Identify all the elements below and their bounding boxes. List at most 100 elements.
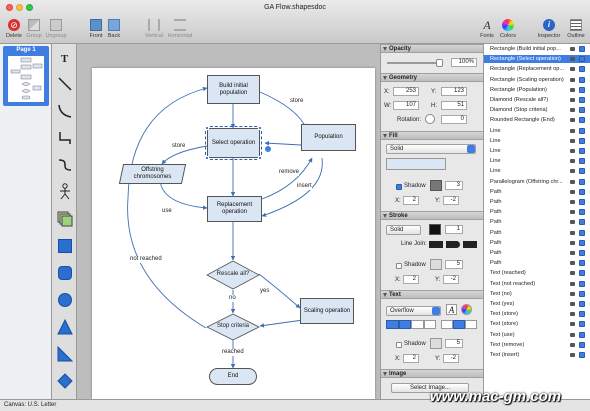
replacement-operation-node[interactable]: Replacement operation [207, 196, 262, 222]
outline-row[interactable]: Rectangle (Scaling operation) [484, 76, 590, 84]
visibility-checkbox[interactable] [579, 137, 585, 144]
fill-shadow-x-field[interactable]: 2 [403, 196, 419, 205]
stroke-width-field[interactable]: 1 [445, 225, 463, 234]
build-population-node[interactable]: Build initial population [207, 75, 260, 104]
inspector-button[interactable]: i Inspector [536, 19, 562, 39]
visibility-checkbox[interactable] [579, 178, 585, 185]
text-tool[interactable]: T [55, 49, 74, 68]
align-justify-button[interactable] [423, 320, 436, 329]
delete-button[interactable]: ⊘ Delete [4, 19, 24, 39]
lock-icon[interactable] [570, 312, 575, 317]
visibility-checkbox[interactable] [579, 301, 585, 307]
lock-icon[interactable] [570, 342, 575, 347]
triangle-tool[interactable] [55, 317, 74, 336]
stroke-color-well[interactable] [429, 224, 441, 235]
geometry-w-field[interactable]: 107 [393, 101, 419, 110]
lock-icon[interactable] [570, 332, 575, 337]
visibility-checkbox[interactable] [579, 341, 585, 348]
group-button[interactable]: Group [25, 19, 43, 39]
outline-row[interactable]: Path [484, 208, 590, 216]
stroke-mode-select[interactable]: Solid [386, 225, 421, 235]
stick-figure-tool[interactable] [55, 182, 74, 201]
visibility-checkbox[interactable] [579, 290, 585, 297]
fill-mode-select[interactable]: Solid [386, 144, 476, 154]
stroke-shadow-checkbox[interactable] [396, 263, 402, 269]
fill-color-well[interactable] [386, 158, 446, 170]
lock-icon[interactable] [570, 108, 575, 113]
lock-icon[interactable] [570, 189, 575, 194]
scaling-operation-node[interactable]: Scaling operation [300, 298, 354, 324]
visibility-checkbox[interactable] [579, 280, 585, 287]
outline-row[interactable]: Path [484, 229, 590, 237]
lock-icon[interactable] [570, 98, 575, 102]
outline-row[interactable]: Line [484, 137, 590, 145]
lock-icon[interactable] [570, 57, 575, 62]
text-shadow-y-field[interactable]: -2 [443, 354, 459, 363]
visibility-checkbox[interactable] [579, 46, 585, 52]
outline-row[interactable]: Path [484, 188, 590, 196]
lock-icon[interactable] [570, 353, 575, 357]
text-color-button[interactable] [461, 304, 472, 315]
visibility-checkbox[interactable] [579, 107, 585, 114]
align-right-button[interactable] [411, 320, 424, 329]
outline-row[interactable]: Parallelogram (Offstring chr... [484, 178, 590, 186]
right-triangle-tool[interactable] [55, 344, 74, 363]
visibility-checkbox[interactable] [579, 250, 585, 256]
geometry-x-field[interactable]: 253 [393, 87, 419, 96]
stroke-shadow-color-well[interactable] [430, 259, 442, 270]
visibility-checkbox[interactable] [579, 188, 585, 195]
outline-row[interactable]: Rectangle (Build initial pop... [484, 45, 590, 53]
outline-row[interactable]: Rectangle (Select operation) [484, 55, 590, 64]
visibility-checkbox[interactable] [579, 270, 585, 277]
opacity-section-header[interactable]: Opacity [381, 44, 484, 53]
fill-shadow-checkbox[interactable] [396, 184, 402, 190]
visibility-checkbox[interactable] [579, 239, 585, 246]
line-tool[interactable] [55, 74, 74, 93]
visibility-checkbox[interactable] [579, 219, 585, 226]
lock-icon[interactable] [570, 169, 575, 174]
lock-icon[interactable] [570, 67, 575, 72]
diamond-tool[interactable] [55, 371, 74, 390]
lock-icon[interactable] [570, 210, 575, 215]
outline-row[interactable]: Text (not reached) [484, 280, 590, 288]
opacity-field[interactable]: 100% [451, 58, 477, 67]
visibility-checkbox[interactable] [579, 331, 585, 338]
end-node[interactable]: End [209, 368, 257, 385]
outline-button[interactable]: Outline [564, 19, 588, 39]
colors-button[interactable]: Colors [498, 19, 518, 39]
lock-icon[interactable] [570, 179, 575, 184]
visibility-checkbox[interactable] [579, 56, 585, 63]
geometry-y-field[interactable]: 123 [441, 87, 467, 96]
visibility-checkbox[interactable] [579, 66, 585, 73]
stack-tool[interactable] [55, 209, 74, 228]
line-join-miter-button[interactable] [429, 241, 443, 248]
selection-handle[interactable] [205, 156, 209, 160]
elbow-line-tool[interactable] [55, 128, 74, 147]
valign-bottom-button[interactable] [465, 320, 477, 329]
visibility-checkbox[interactable] [579, 168, 585, 175]
curve-tool[interactable] [55, 155, 74, 174]
fill-shadow-field[interactable]: 3 [445, 181, 463, 190]
geometry-h-field[interactable]: 51 [441, 101, 467, 110]
fill-shadow-color-well[interactable] [430, 180, 442, 191]
outline-row[interactable]: Path [484, 259, 590, 267]
lock-icon[interactable] [570, 251, 575, 255]
valign-top-button[interactable] [441, 320, 453, 329]
text-shadow-color-well[interactable] [430, 338, 442, 349]
lock-icon[interactable] [570, 128, 575, 133]
outline-row[interactable]: Text (no) [484, 290, 590, 298]
lock-icon[interactable] [570, 230, 575, 235]
outline-row[interactable]: Line [484, 157, 590, 165]
outline-row[interactable]: Diamond (Rescale all?) [484, 96, 590, 104]
visibility-checkbox[interactable] [579, 260, 585, 267]
outline-row[interactable]: Path [484, 239, 590, 247]
visibility-checkbox[interactable] [579, 117, 585, 124]
lock-icon[interactable] [570, 118, 575, 123]
rotation-dial[interactable] [425, 114, 435, 124]
lock-icon[interactable] [570, 261, 575, 266]
outline-row[interactable]: Path [484, 249, 590, 257]
stroke-shadow-y-field[interactable]: -2 [443, 275, 459, 284]
outline-row[interactable]: Line [484, 127, 590, 135]
visibility-checkbox[interactable] [579, 86, 585, 93]
ungroup-button[interactable]: Ungroup [44, 19, 68, 39]
